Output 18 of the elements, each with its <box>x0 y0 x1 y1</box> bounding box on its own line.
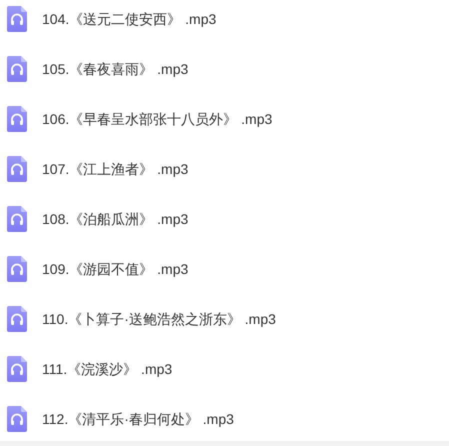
audio-file-icon <box>7 356 27 382</box>
audio-file-icon <box>7 106 27 132</box>
file-name[interactable]: 110.《卜算子·送鲍浩然之浙东》 .mp3 <box>42 308 276 330</box>
file-name[interactable]: 104.《送元二使安西》 .mp3 <box>42 8 216 30</box>
file-name[interactable]: 107.《江上渔者》 .mp3 <box>42 158 188 180</box>
audio-file-icon <box>7 6 27 32</box>
file-name[interactable]: 105.《春夜喜雨》 .mp3 <box>42 58 188 80</box>
audio-file-icon <box>7 56 27 82</box>
audio-file-icon <box>7 306 27 332</box>
file-name[interactable]: 108.《泊船瓜洲》 .mp3 <box>42 208 188 230</box>
audio-file-icon <box>7 206 27 232</box>
file-name[interactable]: 106.《早春呈水部张十八员外》 .mp3 <box>42 108 272 130</box>
file-name[interactable]: 111.《浣溪沙》 .mp3 <box>42 358 172 380</box>
audio-file-icon <box>7 406 27 432</box>
file-name[interactable]: 112.《清平乐·春归何处》 .mp3 <box>42 408 234 430</box>
audio-file-icon <box>7 156 27 182</box>
audio-file-icon <box>7 256 27 282</box>
file-name[interactable]: 109.《游园不值》 .mp3 <box>42 258 188 280</box>
